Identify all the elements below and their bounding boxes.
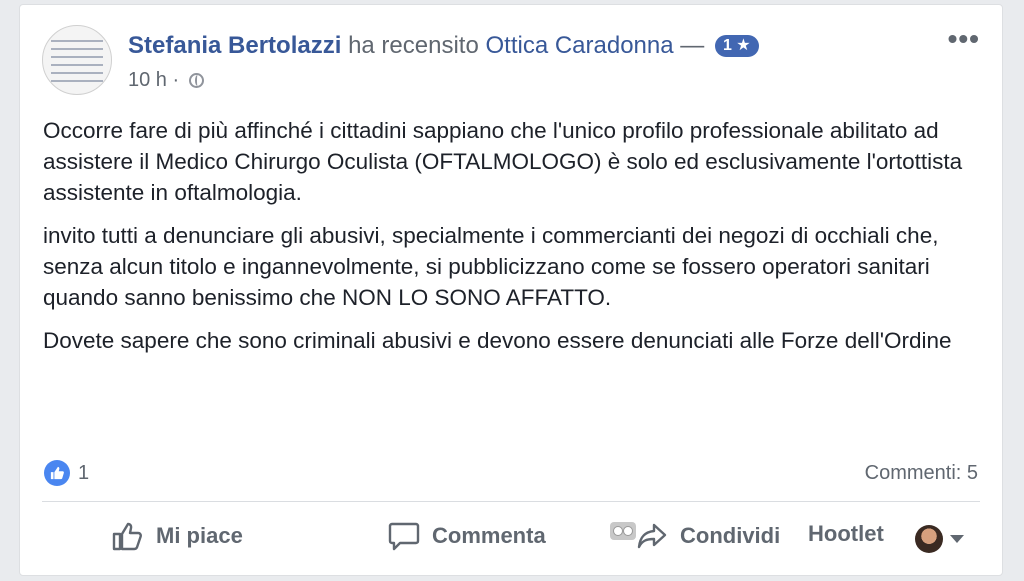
share-button[interactable]: Condividi [636, 521, 780, 551]
post-card: Stefania Bertolazzi ha recensito Ottica … [19, 4, 1003, 576]
comment-button[interactable]: Commenta [388, 521, 546, 551]
viewer-avatar[interactable] [915, 525, 943, 553]
post-paragraph: Dovete sapere che sono criminali abusivi… [43, 328, 952, 353]
post-header: Stefania Bertolazzi ha recensito Ottica … [128, 31, 759, 61]
hootlet-button[interactable]: Hootlet [808, 521, 884, 547]
post-body: Occorre fare di più affinché i cittadini… [43, 115, 988, 368]
meta-dot: · [172, 69, 180, 91]
rating-badge: 1 ★ [714, 35, 759, 57]
divider [42, 501, 980, 502]
dash-separator: — [680, 32, 705, 59]
hootlet-label: Hootlet [808, 521, 884, 546]
timestamp[interactable]: 10 h [128, 69, 167, 91]
author-name-link[interactable]: Stefania Bertolazzi [128, 32, 341, 59]
globe-icon [188, 73, 204, 88]
like-count: 1 [78, 461, 90, 484]
share-icon [637, 523, 667, 549]
author-avatar[interactable] [42, 25, 112, 95]
more-options-icon[interactable]: ••• [948, 23, 980, 55]
comments-count-link[interactable]: Commenti: 5 [865, 462, 978, 485]
post-meta: 10 h · [128, 69, 204, 92]
like-button[interactable]: Mi piace [112, 521, 243, 551]
thumb-up-icon [112, 522, 142, 551]
hootsuite-owl-icon[interactable] [610, 522, 636, 540]
chevron-down-icon[interactable] [950, 535, 964, 543]
comment-button-label: Commenta [432, 523, 546, 548]
comment-icon [388, 522, 420, 551]
like-button-label: Mi piace [156, 523, 243, 548]
post-paragraph: invito tutti a denunciare gli abusivi, s… [43, 223, 939, 310]
review-verb: ha recensito [348, 32, 479, 59]
page-name-link[interactable]: Ottica Caradonna [485, 32, 673, 59]
like-reaction-icon [44, 460, 70, 486]
share-button-label: Condividi [680, 523, 781, 548]
post-paragraph: Occorre fare di più affinché i cittadini… [43, 118, 963, 205]
reactions-summary[interactable]: 1 [44, 460, 89, 486]
